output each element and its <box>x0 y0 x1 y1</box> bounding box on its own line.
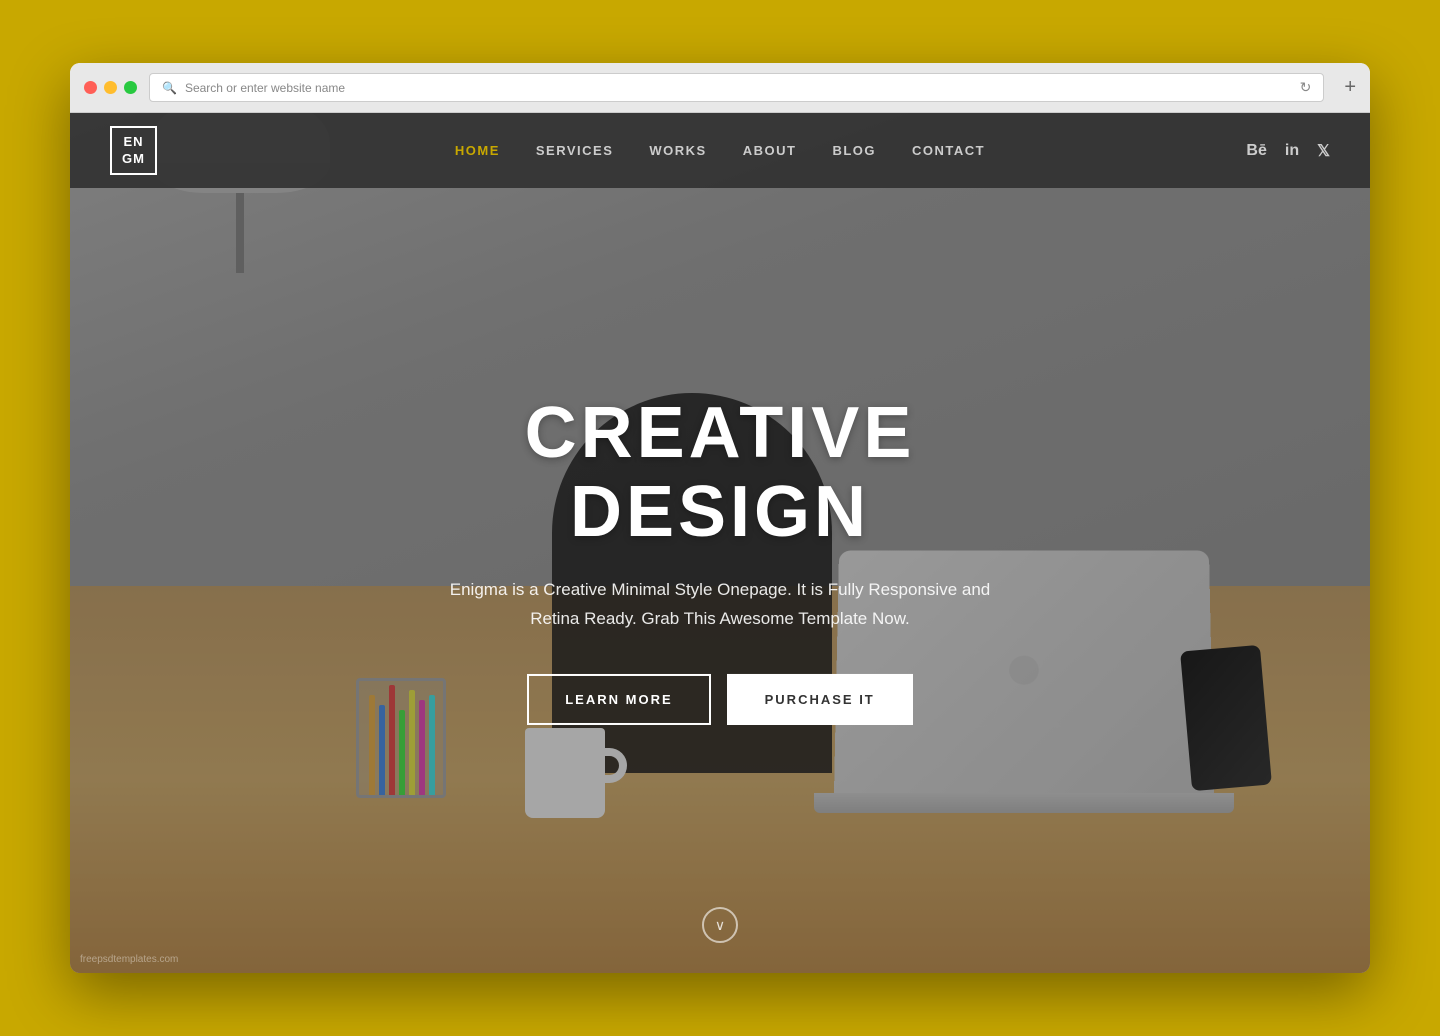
new-tab-button[interactable]: + <box>1344 76 1356 99</box>
chevron-down-icon: ∨ <box>715 917 725 934</box>
hero-buttons: LEARN MORE PURCHASE IT <box>370 674 1070 725</box>
browser-chrome: 🔍 Search or enter website name ↻ + <box>70 63 1370 113</box>
nav-about[interactable]: ABOUT <box>743 143 797 158</box>
twitter-link[interactable]: 𝕏 <box>1317 141 1330 161</box>
hero-content: CREATIVE DESIGN Enigma is a Creative Min… <box>370 394 1070 725</box>
minimize-button[interactable] <box>104 81 117 94</box>
logo[interactable]: EN GM <box>110 126 157 176</box>
address-bar[interactable]: 🔍 Search or enter website name ↻ <box>149 73 1324 102</box>
traffic-lights <box>84 81 137 94</box>
nav-blog[interactable]: BLOG <box>832 143 876 158</box>
purchase-button[interactable]: PURCHASE IT <box>727 674 913 725</box>
linkedin-link[interactable]: in <box>1285 142 1299 160</box>
behance-link[interactable]: Bē <box>1246 142 1266 160</box>
browser-window: 🔍 Search or enter website name ↻ + <box>70 63 1370 973</box>
nav-links: HOME SERVICES WORKS ABOUT BLOG CONTACT <box>455 142 985 160</box>
scroll-indicator[interactable]: ∨ <box>702 907 738 943</box>
nav-home[interactable]: HOME <box>455 143 500 158</box>
maximize-button[interactable] <box>124 81 137 94</box>
watermark: freepsdtemplates.com <box>80 954 178 965</box>
nav-services[interactable]: SERVICES <box>536 143 614 158</box>
logo-line1: EN <box>123 134 143 149</box>
reload-icon[interactable]: ↻ <box>1300 79 1312 96</box>
social-icons: Bē in 𝕏 <box>1246 141 1330 161</box>
logo-line2: GM <box>122 151 145 166</box>
search-icon: 🔍 <box>162 81 177 95</box>
address-text: Search or enter website name <box>185 81 345 95</box>
close-button[interactable] <box>84 81 97 94</box>
hero-title: CREATIVE DESIGN <box>370 394 1070 552</box>
learn-more-button[interactable]: LEARN MORE <box>527 674 710 725</box>
navbar: EN GM HOME SERVICES WORKS ABOUT BLOG CON… <box>70 113 1370 188</box>
website-content: EN GM HOME SERVICES WORKS ABOUT BLOG CON… <box>70 113 1370 973</box>
hero-subtitle: Enigma is a Creative Minimal Style Onepa… <box>370 576 1070 634</box>
nav-works[interactable]: WORKS <box>649 143 706 158</box>
hero-section: EN GM HOME SERVICES WORKS ABOUT BLOG CON… <box>70 113 1370 973</box>
nav-contact[interactable]: CONTACT <box>912 143 985 158</box>
